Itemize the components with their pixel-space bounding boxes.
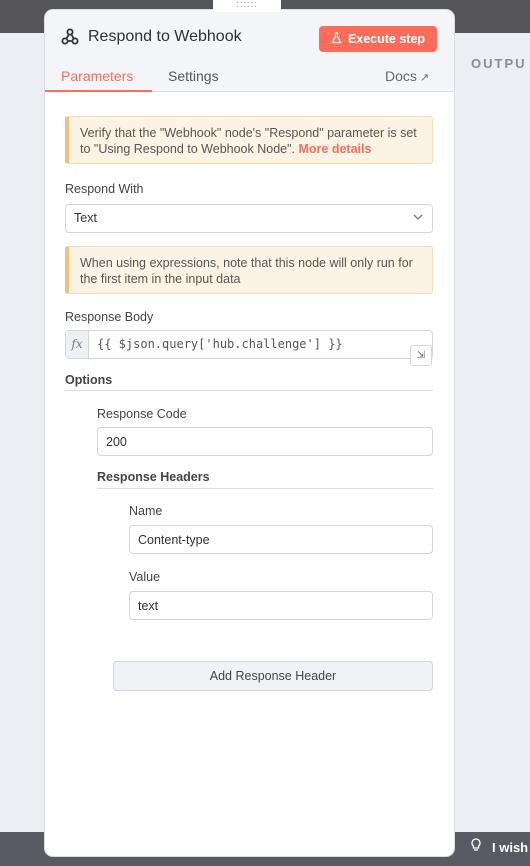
response-body-input[interactable]: fx {{ $json.query['hub.challenge'] }} ⇲ — [65, 330, 433, 366]
node-title[interactable]: Respond to Webhook — [88, 28, 242, 46]
respond-with-value: Text — [74, 211, 97, 225]
more-details-link[interactable]: More details — [299, 142, 372, 156]
header-name-input[interactable] — [129, 525, 433, 554]
response-headers-title: Response Headers — [97, 470, 210, 484]
node-title-row: Respond to Webhook — [61, 28, 242, 46]
expressions-notice: When using expressions, note that this n… — [65, 246, 433, 294]
chevron-down-icon — [413, 214, 423, 220]
docs-label: Docs — [385, 68, 417, 84]
response-code-input[interactable] — [97, 427, 433, 456]
webhook-icon — [61, 28, 79, 45]
options-title: Options — [65, 373, 113, 387]
flask-icon — [331, 31, 342, 47]
execute-step-button[interactable]: Execute step — [319, 26, 437, 52]
add-response-header-button[interactable]: Add Response Header — [113, 661, 433, 691]
tab-settings[interactable]: Settings — [168, 68, 219, 84]
lightbulb-icon — [470, 838, 484, 855]
panel-header: Respond to Webhook Execute step Paramete… — [45, 10, 454, 92]
tab-parameters[interactable]: Parameters — [61, 68, 133, 84]
respond-with-select[interactable]: Text — [65, 204, 433, 233]
docs-link[interactable]: Docs ↗ — [385, 68, 429, 84]
expression-fx-icon: fx — [66, 331, 89, 358]
active-tab-indicator — [45, 90, 152, 92]
feedback-prompt[interactable]: I wish t — [470, 838, 530, 855]
execute-step-label: Execute step — [347, 32, 426, 46]
webhook-respond-notice: Verify that the "Webhook" node's "Respon… — [65, 116, 433, 164]
response-body-expression[interactable]: {{ $json.query['hub.challenge'] }} — [97, 337, 343, 351]
node-details-panel: Respond to Webhook Execute step Paramete… — [45, 10, 454, 856]
drag-handle[interactable]: :::::: — [213, 0, 281, 12]
response-body-label: Response Body — [65, 310, 154, 324]
response-code-label: Response Code — [97, 407, 187, 421]
expand-editor-icon[interactable]: ⇲ — [410, 345, 432, 366]
header-value-label: Value — [129, 570, 161, 584]
external-link-icon: ↗ — [419, 72, 430, 84]
header-name-label: Name — [129, 504, 163, 518]
panel-tabs: Parameters Settings Docs ↗ — [45, 65, 454, 92]
response-headers-divider — [97, 488, 433, 489]
output-panel-label: OUTPU — [471, 56, 527, 71]
expressions-notice-text: When using expressions, note that this n… — [80, 256, 413, 286]
respond-with-label: Respond With — [65, 182, 144, 196]
header-value-input[interactable] — [129, 591, 433, 620]
options-divider — [65, 390, 433, 391]
feedback-text: I wish t — [492, 840, 530, 855]
